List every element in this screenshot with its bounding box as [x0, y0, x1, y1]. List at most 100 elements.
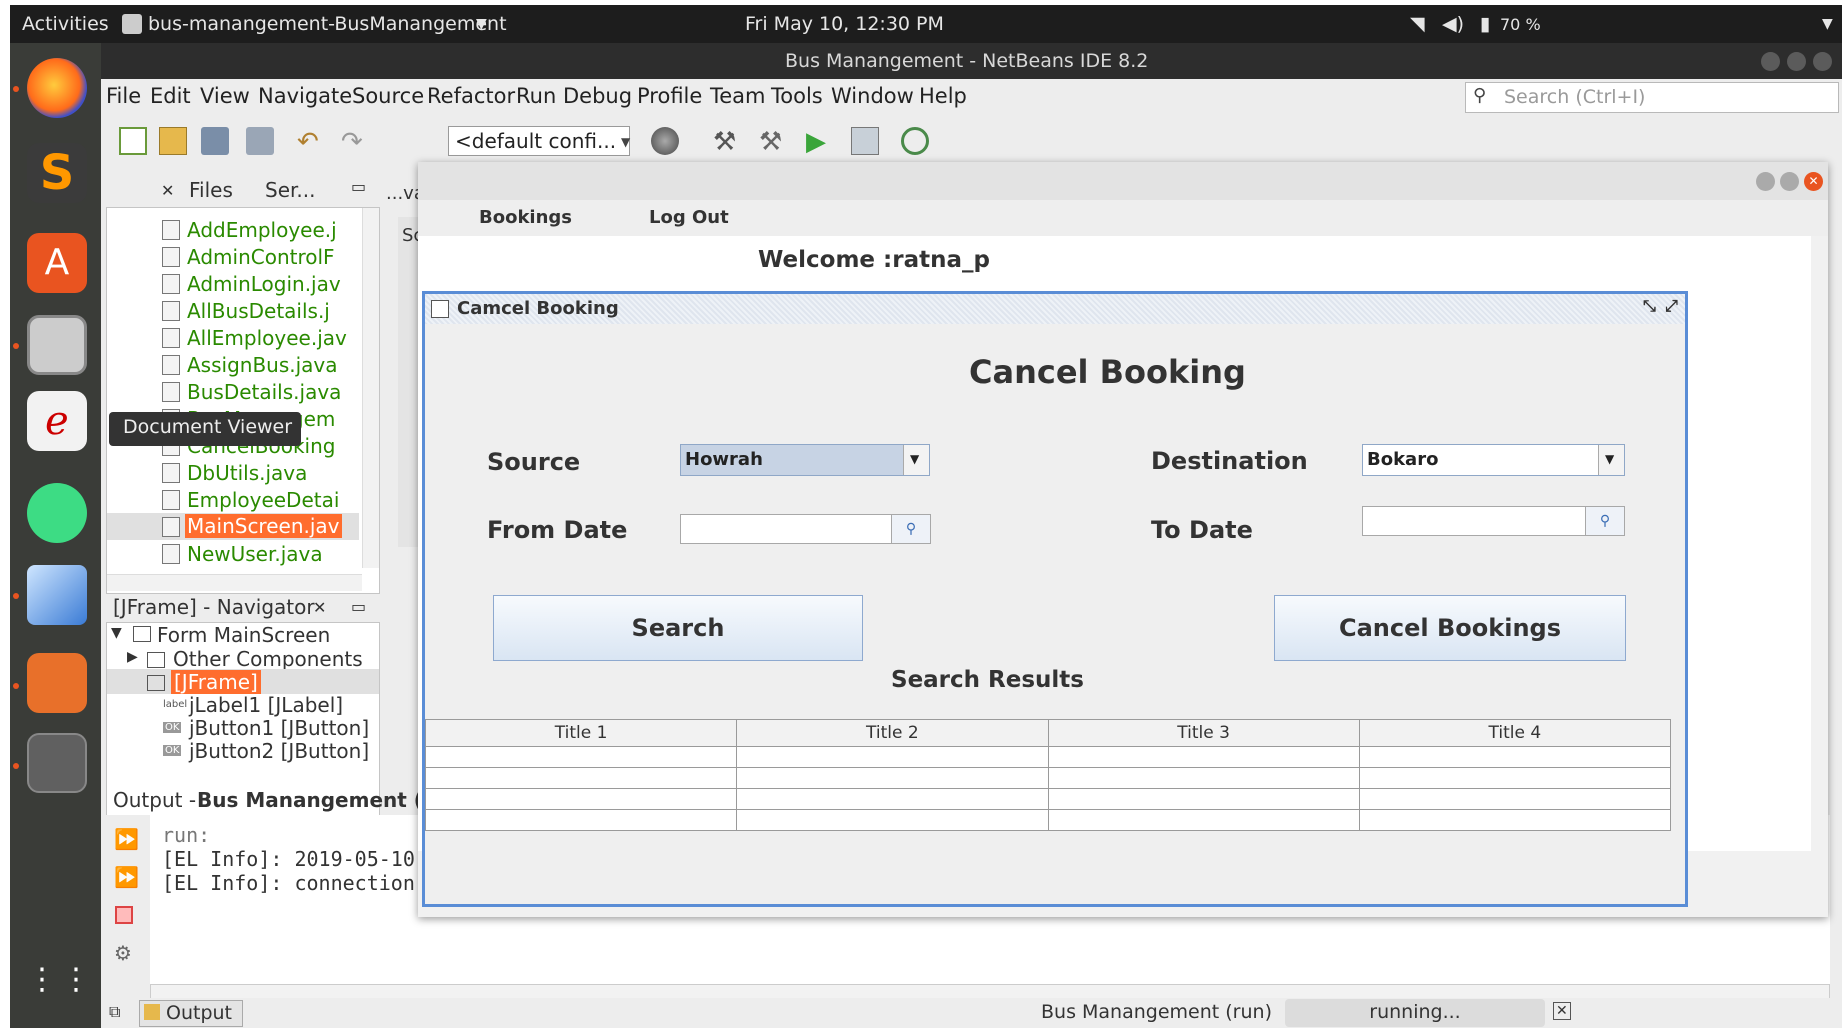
search-button[interactable]: Search — [493, 595, 863, 661]
menu-bookings[interactable]: Bookings — [479, 207, 572, 228]
configuration-select[interactable]: <default confi... — [448, 126, 630, 156]
cancel-process-icon[interactable]: ✕ — [1553, 1002, 1571, 1020]
system-menu-chevron-icon[interactable]: ▼ — [1822, 16, 1833, 32]
close-icon[interactable] — [1813, 52, 1832, 71]
nav-jlabel1[interactable]: jLabel1 [JLabel] — [189, 693, 343, 717]
table-row[interactable] — [424, 788, 1672, 811]
profile-icon[interactable] — [901, 127, 929, 155]
vertical-scrollbar[interactable] — [362, 208, 379, 568]
volume-icon[interactable]: ◀) — [1442, 13, 1464, 35]
calendar-icon[interactable]: ⚲ — [1585, 506, 1625, 536]
chevron-down-icon[interactable]: ▼ — [1598, 445, 1624, 475]
ide-search-input[interactable]: Search (Ctrl+I) — [1465, 82, 1839, 113]
android-studio-icon[interactable] — [27, 483, 87, 543]
column-header[interactable]: Title 3 — [1047, 718, 1360, 748]
minimize-panel-icon[interactable]: ▭ — [351, 597, 366, 616]
menu-file[interactable]: File — [106, 84, 141, 108]
results-table[interactable]: Title 1 Title 2 Title 3 Title 4 — [424, 718, 1672, 831]
minimize-icon[interactable] — [1756, 172, 1775, 191]
run-icon[interactable]: ▶ — [806, 127, 834, 157]
cancel-bookings-button[interactable]: Cancel Bookings — [1274, 595, 1626, 661]
netbeans-java-icon[interactable] — [27, 733, 87, 793]
maximize-icon[interactable] — [1780, 172, 1799, 191]
nav-jbutton1[interactable]: jButton1 [JButton] — [189, 716, 369, 740]
menu-profile[interactable]: Profile — [637, 84, 702, 108]
debug-icon[interactable] — [851, 127, 879, 155]
iconify-icon[interactable]: ⤡ — [1643, 296, 1656, 316]
source-select[interactable]: Howrah ▼ — [680, 444, 930, 476]
table-cell[interactable] — [736, 788, 1049, 811]
table-cell[interactable] — [1047, 767, 1360, 790]
from-date-input[interactable] — [680, 514, 892, 544]
battery-icon[interactable]: ▮ — [1480, 13, 1490, 35]
menu-logout[interactable]: Log Out — [649, 207, 729, 228]
clean-build-icon[interactable]: ⚒ — [759, 127, 787, 157]
output-tab-label[interactable]: Output - — [113, 788, 196, 812]
file-item[interactable]: AllEmployee.jav — [187, 326, 347, 350]
maximize-frame-icon[interactable]: ⤢ — [1665, 296, 1678, 316]
nav-other-components[interactable]: Other Components — [173, 647, 363, 671]
search-icon[interactable]: ⚲ — [1473, 85, 1486, 106]
table-cell[interactable] — [736, 746, 1049, 769]
settings-icon[interactable]: ⚙ — [114, 941, 132, 965]
table-row[interactable] — [424, 809, 1672, 831]
menu-debug[interactable]: Debug — [563, 84, 632, 108]
new-project-icon[interactable] — [159, 127, 187, 155]
table-cell[interactable] — [1358, 809, 1672, 831]
globe-icon[interactable] — [651, 127, 679, 155]
close-icon[interactable]: ✕ — [1804, 172, 1823, 191]
open-project-icon[interactable] — [201, 127, 229, 155]
menu-refactor[interactable]: Refactor — [427, 84, 515, 108]
expand-icon[interactable]: ▼ — [111, 625, 122, 641]
navigator-tab[interactable]: [JFrame] - Navigator — [113, 595, 315, 619]
impress-icon[interactable] — [27, 653, 87, 713]
table-row[interactable] — [424, 746, 1672, 769]
file-item[interactable]: AddEmployee.j — [187, 218, 337, 242]
menu-view[interactable]: View — [200, 84, 250, 108]
file-item[interactable]: AdminControlF — [187, 245, 335, 269]
column-header[interactable]: Title 4 — [1358, 718, 1672, 748]
table-cell[interactable] — [736, 767, 1049, 790]
close-tab-icon[interactable]: ✕ — [313, 598, 326, 617]
firefox-icon[interactable] — [27, 58, 87, 118]
output-minimized-button[interactable]: Output — [139, 1000, 243, 1027]
virtualbox-icon[interactable] — [27, 565, 87, 625]
table-cell[interactable] — [1358, 746, 1672, 769]
calendar-icon[interactable]: ⚲ — [891, 514, 931, 544]
table-cell[interactable] — [1047, 809, 1360, 831]
to-date-input[interactable] — [1362, 506, 1586, 536]
file-item[interactable]: AdminLogin.jav — [187, 272, 341, 296]
files-icon[interactable] — [27, 315, 87, 375]
table-cell[interactable] — [424, 809, 738, 831]
file-item[interactable]: DbUtils.java — [187, 461, 307, 485]
maximize-icon[interactable] — [1787, 52, 1806, 71]
close-tab-icon[interactable]: ✕ — [161, 181, 174, 200]
activities-button[interactable]: Activities — [22, 13, 109, 35]
chevron-down-icon[interactable]: ▼ — [621, 135, 630, 149]
save-all-icon[interactable] — [246, 127, 274, 155]
file-item-selected[interactable]: MainScreen.jav — [185, 514, 342, 538]
minimize-panel-icon[interactable]: ▭ — [351, 177, 366, 196]
collapse-icon[interactable]: ▶ — [127, 649, 138, 665]
table-cell[interactable] — [1358, 788, 1672, 811]
nav-jbutton2[interactable]: jButton2 [JButton] — [189, 739, 369, 763]
menu-run[interactable]: Run — [516, 84, 556, 108]
file-item[interactable]: EmployeeDetai — [187, 488, 339, 512]
table-cell[interactable] — [424, 767, 738, 790]
table-cell[interactable] — [736, 809, 1049, 831]
menu-window[interactable]: Window — [831, 84, 914, 108]
table-cell[interactable] — [1047, 788, 1360, 811]
clock[interactable]: Fri May 10, 12:30 PM — [745, 13, 944, 35]
table-cell[interactable] — [424, 788, 738, 811]
destination-select[interactable]: Bokaro ▼ — [1362, 444, 1625, 476]
wifi-icon[interactable]: ◥ — [1410, 13, 1425, 35]
file-item[interactable]: AssignBus.java — [187, 353, 338, 377]
build-hammer-icon[interactable]: ⚒ — [713, 127, 741, 157]
minimize-icon[interactable] — [1761, 52, 1780, 71]
column-header[interactable]: Title 2 — [736, 718, 1049, 748]
show-applications-icon[interactable]: ⋮⋮⋮ — [27, 965, 125, 1025]
menu-team[interactable]: Team — [710, 84, 766, 108]
document-viewer-icon[interactable]: ℯ — [27, 391, 87, 451]
rerun-different-icon[interactable]: ⏩ — [114, 865, 139, 889]
tab-services[interactable]: Ser... — [265, 178, 315, 202]
